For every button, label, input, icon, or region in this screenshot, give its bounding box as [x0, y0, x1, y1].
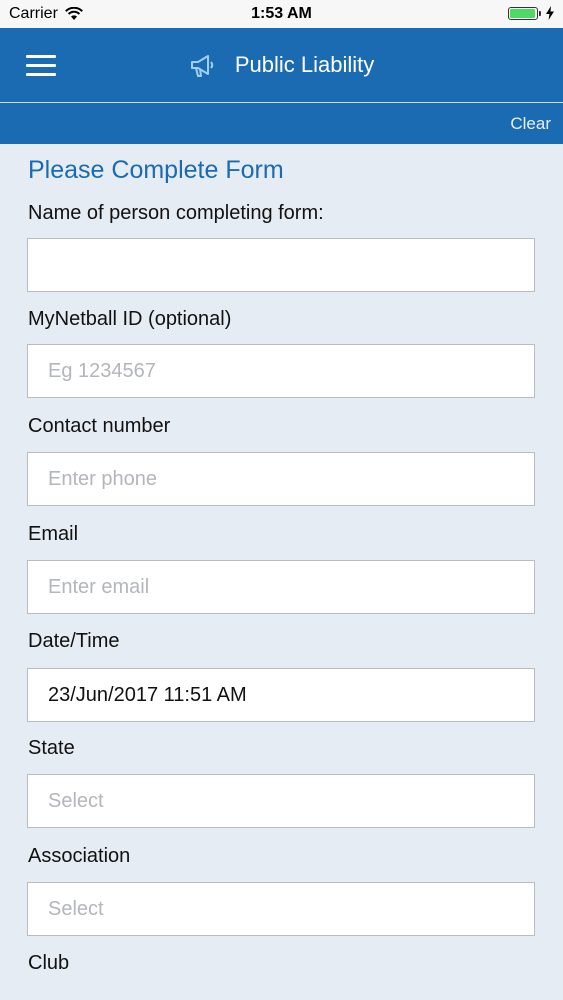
battery-tip [539, 10, 541, 16]
association-label: Association [28, 845, 131, 867]
state-select[interactable]: Select [27, 774, 535, 828]
datetime-label: Date/Time [28, 630, 120, 652]
email-label: Email [28, 523, 79, 545]
phone-input[interactable] [27, 452, 535, 506]
status-bar: Carrier 1:53 AM [0, 0, 563, 28]
datetime-field[interactable]: 23/Jun/2017 11:51 AM [27, 668, 535, 722]
battery-fill [510, 8, 535, 18]
battery-icon [508, 6, 538, 20]
email-input[interactable] [27, 560, 535, 614]
name-input[interactable] [27, 238, 535, 292]
form-title: Please Complete Form [28, 156, 284, 184]
clear-button[interactable]: Clear [510, 114, 551, 134]
mynetball-id-label: MyNetball ID (optional) [28, 308, 232, 330]
nav-bar: Public Liability [0, 28, 563, 102]
status-time: 1:53 AM [251, 5, 312, 22]
association-select[interactable]: Select [27, 882, 535, 936]
megaphone-icon [190, 55, 213, 78]
status-right [508, 6, 555, 20]
club-label: Club [28, 952, 70, 974]
nav-title-wrap: Public Liability [0, 52, 563, 79]
state-label: State [28, 737, 75, 759]
mynetball-id-input[interactable] [27, 344, 535, 398]
name-label: Name of person completing form: [28, 202, 324, 224]
page-title: Public Liability [234, 52, 375, 77]
charging-bolt-icon [546, 6, 554, 20]
sub-bar: Clear [0, 103, 563, 144]
contact-number-label: Contact number [28, 415, 171, 437]
